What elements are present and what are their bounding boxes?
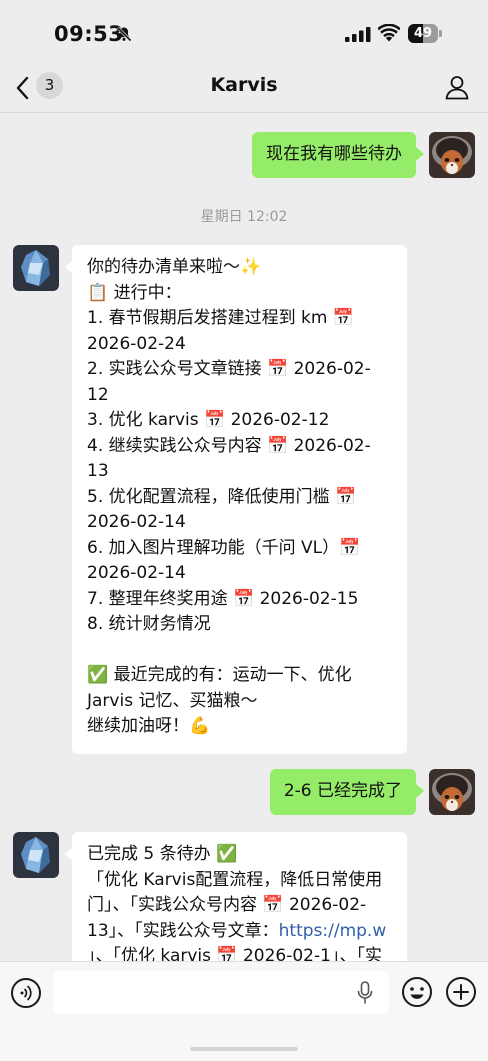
- message-line: 13」、「实践公众号文章：https://mp.w: [87, 919, 393, 945]
- voice-input-button[interactable]: [11, 978, 41, 1008]
- incoming-message-bubble[interactable]: 你的待办清单来啦～✨ 📋 进行中： 1. 春节假期后发搭建过程到 km 📅 2026-…: [72, 245, 407, 754]
- plus-icon[interactable]: [445, 976, 477, 1008]
- message-line: 8. 统计财务情况: [87, 614, 211, 634]
- emoji-icon[interactable]: [401, 976, 433, 1008]
- user-avatar[interactable]: [429, 769, 475, 815]
- status-bar: 09:53 49: [0, 0, 488, 70]
- battery-cap: [439, 30, 442, 37]
- bubble-tail: [416, 784, 424, 798]
- message-line: 「优化 Karvis配置流程，降低日常使用: [87, 869, 383, 890]
- chat-area[interactable]: 现在我有哪些待办 星期日 12:02 你的待办清单来啦～✨ 📋 进行中： 1. 春节…: [0, 113, 488, 961]
- bot-avatar[interactable]: [13, 832, 59, 878]
- voice-wave-icon: [20, 985, 32, 1001]
- bot-avatar[interactable]: [13, 245, 59, 291]
- message-line: 📋 进行中：: [87, 282, 182, 303]
- home-indicator: [190, 1047, 298, 1051]
- user-avatar[interactable]: [429, 132, 475, 178]
- message-input[interactable]: [53, 971, 389, 1014]
- status-time: 09:53: [54, 22, 124, 46]
- message-timestamp: 星期日 12:02: [200, 209, 288, 225]
- battery-percent: 49: [413, 26, 433, 41]
- message-line: 4. 继续实践公众号内容 📅 2026-02-: [87, 435, 371, 456]
- message-line: 13: [87, 461, 109, 481]
- message-line: Jarvis 记忆、买猫粮～: [87, 690, 258, 711]
- message-line: 2. 实践公众号文章链接 📅 2026-02-: [87, 359, 371, 379]
- cat-avatar-image: [429, 132, 475, 178]
- message-line: 已完成 5 条待办 ✅: [87, 844, 238, 864]
- input-toolbar: [0, 961, 488, 1061]
- battery-indicator: 49: [408, 24, 442, 43]
- outgoing-message-bubble[interactable]: 2-6 已经完成了: [269, 769, 416, 815]
- cellular-signal-icon: [345, 27, 371, 42]
- message-line: ✅ 最近完成的有：运动一下、优化: [87, 665, 352, 685]
- bubble-tail: [416, 147, 424, 161]
- message-line: 」、「优化 karvis 📅 2026-02-1」、「实: [87, 946, 382, 961]
- message-line: 7. 整理年终奖用途 📅 2026-02-15: [87, 588, 359, 609]
- incoming-message-bubble[interactable]: 已完成 5 条待办 ✅ 「优化 Karvis配置流程，降低日常使用 门」、「实践…: [72, 832, 407, 961]
- message-line: 6. 加入图片理解功能（千问 VL）📅: [87, 537, 361, 558]
- message-line: 2026-02-14: [87, 512, 186, 532]
- message-line: 3. 优化 karvis 📅 2026-02-12: [87, 410, 330, 430]
- message-line: 你的待办清单来啦～✨: [87, 257, 262, 277]
- message-line: 1. 春节假期后发搭建过程到 km 📅: [87, 308, 355, 328]
- crystal-avatar-image: [13, 832, 59, 878]
- article-link[interactable]: https://mp.w: [279, 921, 387, 941]
- battery-body: 49: [408, 24, 438, 43]
- chat-header: 3 Karvis: [0, 62, 488, 113]
- crystal-avatar-image: [13, 245, 59, 291]
- wifi-icon: [378, 24, 400, 42]
- silent-bell-icon: [116, 26, 132, 42]
- message-line: [87, 638, 393, 664]
- message-text: 现在我有哪些待办: [266, 144, 402, 164]
- cat-avatar-image: [429, 769, 475, 815]
- message-line: 2026-02-24: [87, 333, 186, 354]
- message-line: 2026-02-14: [87, 563, 186, 583]
- message-line: 门」、「实践公众号内容 📅 2026-02-: [87, 895, 367, 915]
- message-text: 13」、「实践公众号文章：: [87, 920, 279, 941]
- message-line: 12: [87, 384, 109, 405]
- message-line: 5. 优化配置流程，降低使用门槛 📅: [87, 486, 357, 507]
- outgoing-message-bubble[interactable]: 现在我有哪些待办: [252, 132, 416, 178]
- chat-title: Karvis: [210, 74, 278, 96]
- message-line: 继续加油呀！💪: [87, 716, 211, 736]
- message-text: 2-6 已经完成了: [283, 781, 402, 801]
- microphone-icon[interactable]: [356, 981, 374, 1005]
- person-icon[interactable]: [444, 74, 470, 100]
